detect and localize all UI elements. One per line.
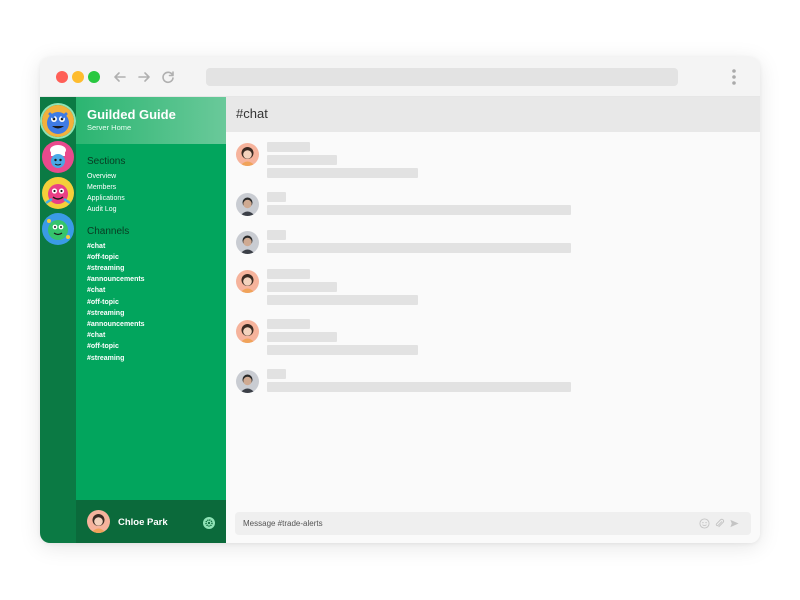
attachment-icon[interactable] (714, 518, 725, 529)
message-line-placeholder (267, 295, 418, 305)
channel-item[interactable]: #off-topic (87, 298, 119, 307)
message-line-placeholder (267, 382, 571, 392)
woman-avatar[interactable] (236, 320, 259, 343)
sidebar-item-overview[interactable]: Overview (87, 172, 116, 181)
message-line-placeholder (267, 155, 337, 165)
channel-title: #chat (236, 106, 268, 121)
channel-item[interactable]: #chat (87, 242, 105, 251)
channel-item[interactable]: #chat (87, 286, 105, 295)
message-author-placeholder (267, 269, 310, 279)
message-line-placeholder (267, 205, 571, 215)
server-header[interactable]: Guilded Guide Server Home (76, 97, 226, 144)
forward-arrow-icon[interactable] (134, 67, 154, 87)
message-author-placeholder (267, 142, 310, 152)
browser-toolbar (40, 57, 760, 97)
channel-item[interactable]: #announcements (87, 275, 145, 284)
message-line-placeholder (267, 332, 337, 342)
minimize-window-button[interactable] (72, 71, 84, 83)
message-line-placeholder (267, 345, 418, 355)
sections-heading: Sections (87, 156, 126, 167)
more-options-icon[interactable] (728, 67, 740, 87)
channel-item[interactable]: #off-topic (87, 253, 119, 262)
message-author-placeholder (267, 230, 286, 240)
channel-item[interactable]: #announcements (87, 320, 145, 329)
sidebar-item-applications[interactable]: Applications (87, 194, 125, 203)
user-name: Chloe Park (118, 517, 168, 528)
close-window-button[interactable] (56, 71, 68, 83)
sidebar-item-members[interactable]: Members (87, 183, 116, 192)
green-creature-server-icon[interactable] (42, 213, 74, 245)
user-panel: Chloe Park (76, 500, 226, 543)
channel-item[interactable]: #streaming (87, 309, 124, 318)
message-line-placeholder (267, 282, 337, 292)
channel-header: #chat (226, 97, 760, 132)
chef-server-icon[interactable] (42, 141, 74, 173)
message-input[interactable] (243, 512, 683, 535)
message-line-placeholder (267, 243, 571, 253)
monster-server-icon[interactable] (42, 105, 74, 137)
channel-item[interactable]: #streaming (87, 354, 124, 363)
man-avatar[interactable] (236, 231, 259, 254)
maximize-window-button[interactable] (88, 71, 100, 83)
pink-creature-server-icon[interactable] (42, 177, 74, 209)
message-author-placeholder (267, 369, 286, 379)
channel-sidebar: Guilded Guide Server Home Sections Overv… (76, 97, 226, 543)
address-bar[interactable] (206, 68, 678, 86)
server-subtitle: Server Home (87, 123, 132, 132)
message-composer (235, 512, 751, 535)
message-line-placeholder (267, 168, 418, 178)
message-author-placeholder (267, 192, 286, 202)
browser-window: Guilded Guide Server Home Sections Overv… (40, 57, 760, 543)
gear-icon[interactable] (203, 517, 215, 529)
channels-heading: Channels (87, 226, 130, 237)
man-avatar[interactable] (236, 370, 259, 393)
back-arrow-icon[interactable] (110, 67, 130, 87)
chat-panel: #chat (226, 97, 760, 543)
server-name: Guilded Guide (87, 107, 176, 122)
reload-icon[interactable] (158, 67, 178, 87)
send-icon[interactable] (729, 518, 740, 529)
sidebar-item-audit-log[interactable]: Audit Log (87, 205, 117, 214)
man-avatar[interactable] (236, 193, 259, 216)
channel-item[interactable]: #chat (87, 331, 105, 340)
woman-avatar[interactable] (236, 270, 259, 293)
emoji-icon[interactable] (699, 518, 710, 529)
channel-item[interactable]: #off-topic (87, 342, 119, 351)
channel-item[interactable]: #streaming (87, 264, 124, 273)
server-rail (40, 97, 76, 543)
message-author-placeholder (267, 319, 310, 329)
woman-avatar[interactable] (236, 143, 259, 166)
avatar[interactable] (87, 510, 110, 533)
